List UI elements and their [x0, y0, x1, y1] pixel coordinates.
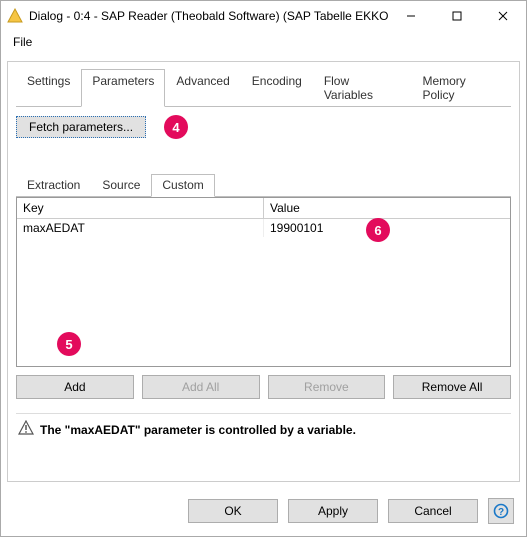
app-icon	[7, 8, 23, 24]
tab-advanced[interactable]: Advanced	[165, 69, 240, 107]
column-header-value[interactable]: Value	[264, 198, 510, 219]
info-bar: The "maxAEDAT" parameter is controlled b…	[16, 413, 511, 439]
remove-button[interactable]: Remove	[268, 375, 386, 399]
apply-button[interactable]: Apply	[288, 499, 378, 523]
subtab-custom[interactable]: Custom	[151, 174, 214, 197]
close-button[interactable]	[480, 1, 526, 31]
table-header-row: Key Value	[17, 198, 510, 219]
parameters-tab-body: Fetch parameters... 4 Extraction Source …	[16, 107, 511, 473]
subtab-extraction[interactable]: Extraction	[16, 174, 91, 197]
tab-settings[interactable]: Settings	[16, 69, 81, 107]
warning-icon	[18, 420, 34, 439]
annotation-marker-5: 5	[57, 332, 81, 356]
annotation-marker-4: 4	[164, 115, 188, 139]
menu-bar: File	[1, 31, 526, 55]
top-tabs: Settings Parameters Advanced Encoding Fl…	[16, 68, 511, 107]
main-panel: Settings Parameters Advanced Encoding Fl…	[7, 61, 520, 482]
remove-all-button[interactable]: Remove All	[393, 375, 511, 399]
dialog-button-row: OK Apply Cancel ?	[1, 488, 526, 536]
help-button[interactable]: ?	[488, 498, 514, 524]
table-row[interactable]: maxAEDAT 19900101	[17, 219, 510, 237]
add-all-button[interactable]: Add All	[142, 375, 260, 399]
tab-encoding[interactable]: Encoding	[241, 69, 313, 107]
add-button[interactable]: Add	[16, 375, 134, 399]
fetch-parameters-button[interactable]: Fetch parameters...	[16, 116, 146, 138]
cancel-button[interactable]: Cancel	[388, 499, 478, 523]
info-text: The "maxAEDAT" parameter is controlled b…	[40, 423, 356, 437]
cell-key[interactable]: maxAEDAT	[17, 219, 264, 237]
subtab-source[interactable]: Source	[91, 174, 151, 197]
dialog-window: Dialog - 0:4 - SAP Reader (Theobald Soft…	[0, 0, 527, 537]
menu-file[interactable]: File	[9, 33, 36, 51]
maximize-button[interactable]	[434, 1, 480, 31]
tab-memory-policy[interactable]: Memory Policy	[411, 69, 511, 107]
tab-flow-variables[interactable]: Flow Variables	[313, 69, 412, 107]
parameters-table: Key Value maxAEDAT 19900101 6 5	[16, 197, 511, 367]
window-controls	[388, 1, 526, 31]
tab-parameters[interactable]: Parameters	[81, 69, 165, 107]
title-bar: Dialog - 0:4 - SAP Reader (Theobald Soft…	[1, 1, 526, 31]
sub-tabs: Extraction Source Custom	[16, 173, 511, 197]
window-title: Dialog - 0:4 - SAP Reader (Theobald Soft…	[29, 9, 388, 23]
ok-button[interactable]: OK	[188, 499, 278, 523]
minimize-button[interactable]	[388, 1, 434, 31]
cell-value[interactable]: 19900101	[264, 219, 510, 237]
param-button-row: Add Add All Remove Remove All	[16, 375, 511, 399]
svg-text:?: ?	[498, 507, 504, 518]
column-header-key[interactable]: Key	[17, 198, 264, 219]
